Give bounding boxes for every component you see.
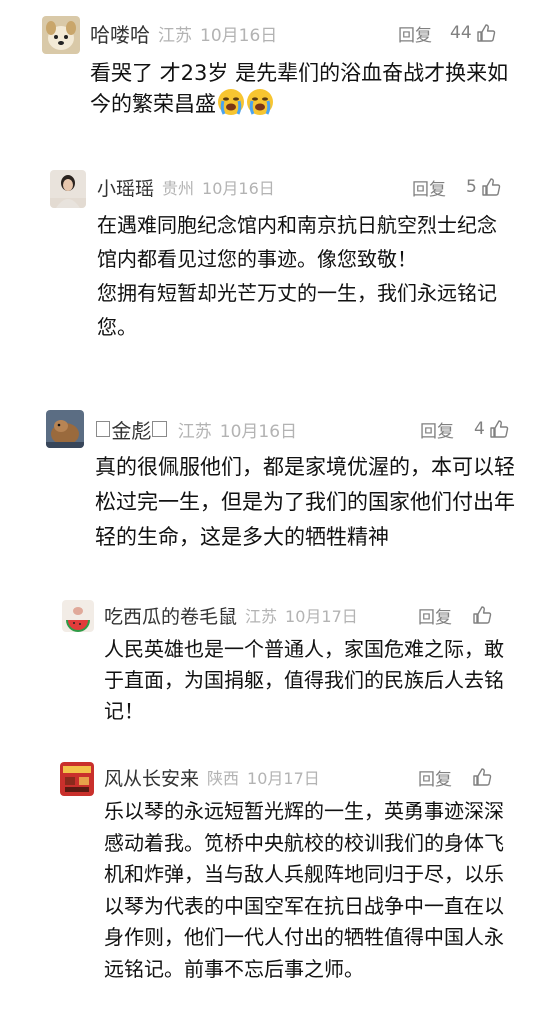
unsupported-glyph-icon [96,420,111,438]
reply-meta: 风从长安来 陕西 10月17日 [104,764,320,790]
comment-item: 哈喽哈 江苏 10月16日 回复 44 看哭了 才23岁 是先辈们的浴血奋战才换… [0,0,552,130]
crying-face-emoji-icon [246,88,274,116]
reply-button[interactable]: 回复 [418,603,452,628]
comment-meta: 小瑶瑶 贵州 10月16日 [97,174,275,200]
thumbs-up-icon[interactable] [472,767,492,787]
like-count: 4 [474,419,485,439]
avatar[interactable] [50,170,86,208]
avatar[interactable] [46,410,84,448]
comment-date: 10月16日 [200,25,278,46]
user-location: 贵州 [162,179,195,198]
reply-text: 乐以琴的永远短暂光辉的一生，英勇事迹深深感动着我。笕桥中央航校的校训我们的身体飞… [104,799,504,981]
reply-item: 吃西瓜的卷毛鼠 江苏 10月17日 回复 人民英雄也是一个普通人，家国危难之际，… [0,590,552,740]
user-location: 江苏 [177,421,212,442]
username[interactable]: 哈喽哈 [90,19,150,48]
comment-item: 小瑶瑶 贵州 10月16日 回复 5 在遇难同胞纪念馆内和南京抗日航空烈士纪念馆… [0,160,552,390]
reply-text: 人民英雄也是一个普通人，家国危难之际，敢于直面，为国捐躯，值得我们的民族后人去铭… [104,637,504,723]
comment-date: 10月17日 [247,769,320,788]
crying-face-emoji-icon [217,88,245,116]
comment-date: 10月17日 [285,607,358,626]
comment-meta: 哈喽哈 江苏 10月16日 [90,19,278,48]
reply-actions: 回复 [418,764,492,790]
comment-actions: 回复 5 [412,174,501,200]
avatar[interactable] [60,762,94,796]
comment-actions: 回复 44 [398,20,496,46]
like-count: 44 [450,23,472,43]
reply-button[interactable]: 回复 [418,765,452,790]
comment-date: 10月16日 [202,179,275,198]
thumbs-up-icon[interactable] [489,419,509,439]
comment-text: 看哭了 才23岁 是先辈们的浴血奋战才换来如今的繁荣昌盛 [90,61,509,116]
thumbs-up-icon[interactable] [481,177,501,197]
comment-text: 真的很佩服他们，都是家境优渥的，本可以轻松过完一生，但是为了我们的国家他们付出年… [95,455,515,549]
username[interactable]: 风从长安来 [104,764,199,791]
reply-item: 风从长安来 陕西 10月17日 回复 乐以琴的永远短暂光辉的一生，英勇事迹深深感… [0,752,552,1025]
comment-date: 10月16日 [219,421,298,442]
user-location: 江苏 [158,25,192,46]
comment-actions: 回复 4 [420,416,509,442]
like-count: 5 [466,177,477,197]
username[interactable]: 吃西瓜的卷毛鼠 [104,602,237,629]
user-location: 陕西 [207,769,240,788]
comment-meta: 金彪 江苏 10月16日 [95,415,298,444]
thumbs-up-icon[interactable] [472,605,492,625]
avatar[interactable] [42,16,80,54]
avatar[interactable] [62,600,94,632]
username[interactable]: 金彪 [111,415,151,444]
thumbs-up-icon[interactable] [476,23,496,43]
reply-button[interactable]: 回复 [412,175,446,200]
comment-text: 在遇难同胞纪念馆内和南京抗日航空烈士纪念馆内都看见过您的事迹。像您致敬！ 您拥有… [97,213,497,339]
username[interactable]: 小瑶瑶 [97,174,154,201]
unsupported-glyph-icon [152,420,167,438]
reply-meta: 吃西瓜的卷毛鼠 江苏 10月17日 [104,602,358,628]
reply-button[interactable]: 回复 [420,417,454,442]
comment-item: 金彪 江苏 10月16日 回复 4 真的很佩服他们，都是家境优渥的，本可以轻松过… [0,398,552,588]
reply-button[interactable]: 回复 [398,21,432,46]
user-location: 江苏 [245,607,278,626]
reply-actions: 回复 [418,602,492,628]
